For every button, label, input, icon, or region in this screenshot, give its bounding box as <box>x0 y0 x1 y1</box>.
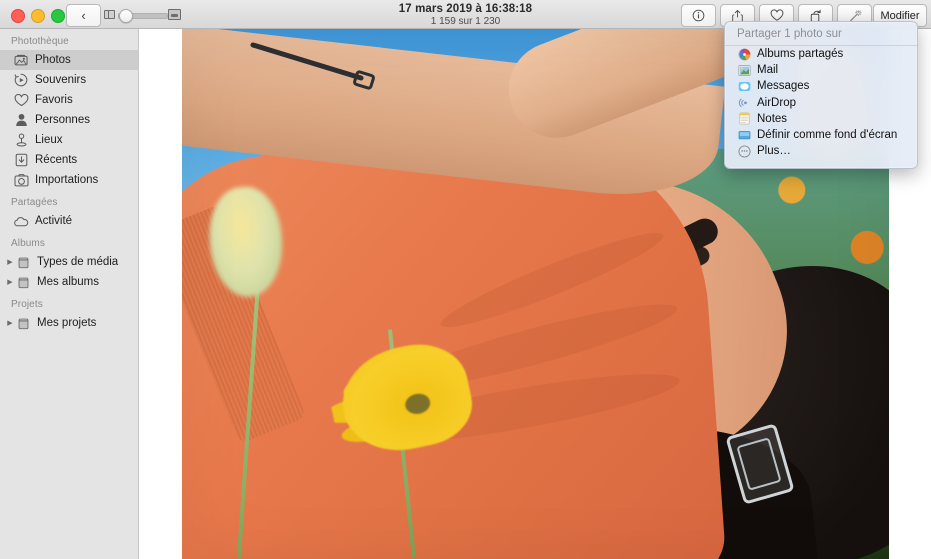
person-icon <box>13 113 29 127</box>
desktop-picture-icon <box>737 128 751 142</box>
sidebar-item-recents[interactable]: Récents <box>0 150 138 170</box>
sidebar-item-lieux[interactable]: Lieux <box>0 130 138 150</box>
share-menu-item-shared-albums[interactable]: Albums partagés <box>725 46 917 62</box>
sidebar-item-mes-albums[interactable]: ▶ Mes albums <box>0 272 138 292</box>
sidebar-section-header-projects: Projets <box>0 292 138 313</box>
chevron-right-icon[interactable]: ▶ <box>5 319 15 327</box>
share-menu-item-label: Définir comme fond d'écran <box>757 129 897 141</box>
sidebar-item-label: Activité <box>35 215 72 227</box>
share-menu-item-messages[interactable]: Messages <box>725 78 917 94</box>
airdrop-icon <box>737 96 751 110</box>
mail-icon <box>737 63 751 77</box>
sidebar-item-importations[interactable]: Importations <box>0 170 138 190</box>
sidebar-item-types-de-media[interactable]: ▶ Types de média <box>0 252 138 272</box>
info-button[interactable] <box>681 4 716 27</box>
thumbnail-grid-icon <box>104 10 115 19</box>
share-menu-item-airdrop[interactable]: AirDrop <box>725 95 917 111</box>
share-menu-item-label: Mail <box>757 64 778 76</box>
cloud-icon <box>13 214 29 228</box>
pin-icon <box>13 133 29 147</box>
share-menu-item-notes[interactable]: Notes <box>725 111 917 127</box>
share-menu-item-label: Notes <box>757 113 787 125</box>
share-menu-title: Partager 1 photo sur <box>725 22 917 46</box>
sidebar-item-label: Favoris <box>35 94 73 106</box>
sidebar-item-label: Récents <box>35 154 77 166</box>
chevron-right-icon[interactable]: ▶ <box>5 258 15 266</box>
share-menu-item-label: Albums partagés <box>757 48 843 60</box>
sidebar-item-activite[interactable]: Activité <box>0 211 138 231</box>
sidebar-item-label: Lieux <box>35 134 63 146</box>
edit-button-label: Modifier <box>880 10 919 22</box>
sidebar-item-personnes[interactable]: Personnes <box>0 110 138 130</box>
close-button[interactable] <box>11 9 25 23</box>
heart-icon <box>13 93 29 107</box>
chevron-right-icon[interactable]: ▶ <box>5 278 15 286</box>
share-menu-item-desktop-picture[interactable]: Définir comme fond d'écran <box>725 127 917 143</box>
zoom-button[interactable] <box>51 9 65 23</box>
sidebar-item-souvenirs[interactable]: Souvenirs <box>0 70 138 90</box>
sidebar-section-header-photolibrary: Photothèque <box>0 29 138 50</box>
memories-icon <box>13 73 29 87</box>
sidebar-item-label: Importations <box>35 174 98 186</box>
sidebar-item-label: Personnes <box>35 114 90 126</box>
share-menu-item-more[interactable]: Plus… <box>725 143 917 159</box>
back-chevron-icon: ‹ <box>81 9 85 22</box>
shared-albums-icon <box>737 47 751 61</box>
sidebar-item-label: Types de média <box>37 256 118 268</box>
messages-icon <box>737 79 751 93</box>
sidebar-item-label: Mes albums <box>37 276 99 288</box>
import-icon <box>13 173 29 187</box>
sidebar-section-header-albums: Albums <box>0 231 138 252</box>
sidebar-item-photos[interactable]: Photos <box>0 50 138 70</box>
folder-icon <box>15 316 31 330</box>
sidebar-item-label: Souvenirs <box>35 74 86 86</box>
sidebar-section-header-shared: Partagées <box>0 190 138 211</box>
photos-icon <box>13 53 29 67</box>
sidebar-item-favoris[interactable]: Favoris <box>0 90 138 110</box>
share-menu-item-label: Plus… <box>757 145 791 157</box>
sidebar-item-label: Mes projets <box>37 317 96 329</box>
folder-icon <box>15 255 31 269</box>
sidebar: Photothèque Photos Souvenirs <box>0 29 139 559</box>
thumbnail-size-slider[interactable] <box>104 8 181 22</box>
single-photo-icon <box>168 9 181 20</box>
more-icon <box>737 144 751 158</box>
share-menu-item-mail[interactable]: Mail <box>725 62 917 78</box>
back-button[interactable]: ‹ <box>66 4 101 27</box>
slider-knob[interactable] <box>119 9 133 23</box>
notes-icon <box>737 112 751 126</box>
sidebar-item-mes-projets[interactable]: ▶ Mes projets <box>0 313 138 333</box>
share-menu: Partager 1 photo sur Albums partagés <box>724 21 918 169</box>
folder-icon <box>15 275 31 289</box>
recents-icon <box>13 153 29 167</box>
sidebar-item-label: Photos <box>35 54 71 66</box>
minimize-button[interactable] <box>31 9 45 23</box>
info-icon <box>692 9 705 22</box>
photos-app-window: ‹ 17 mars 2019 à 16:38:18 1 159 sur 1 23… <box>0 0 931 559</box>
share-menu-item-label: Messages <box>757 80 809 92</box>
share-menu-item-label: AirDrop <box>757 97 796 109</box>
